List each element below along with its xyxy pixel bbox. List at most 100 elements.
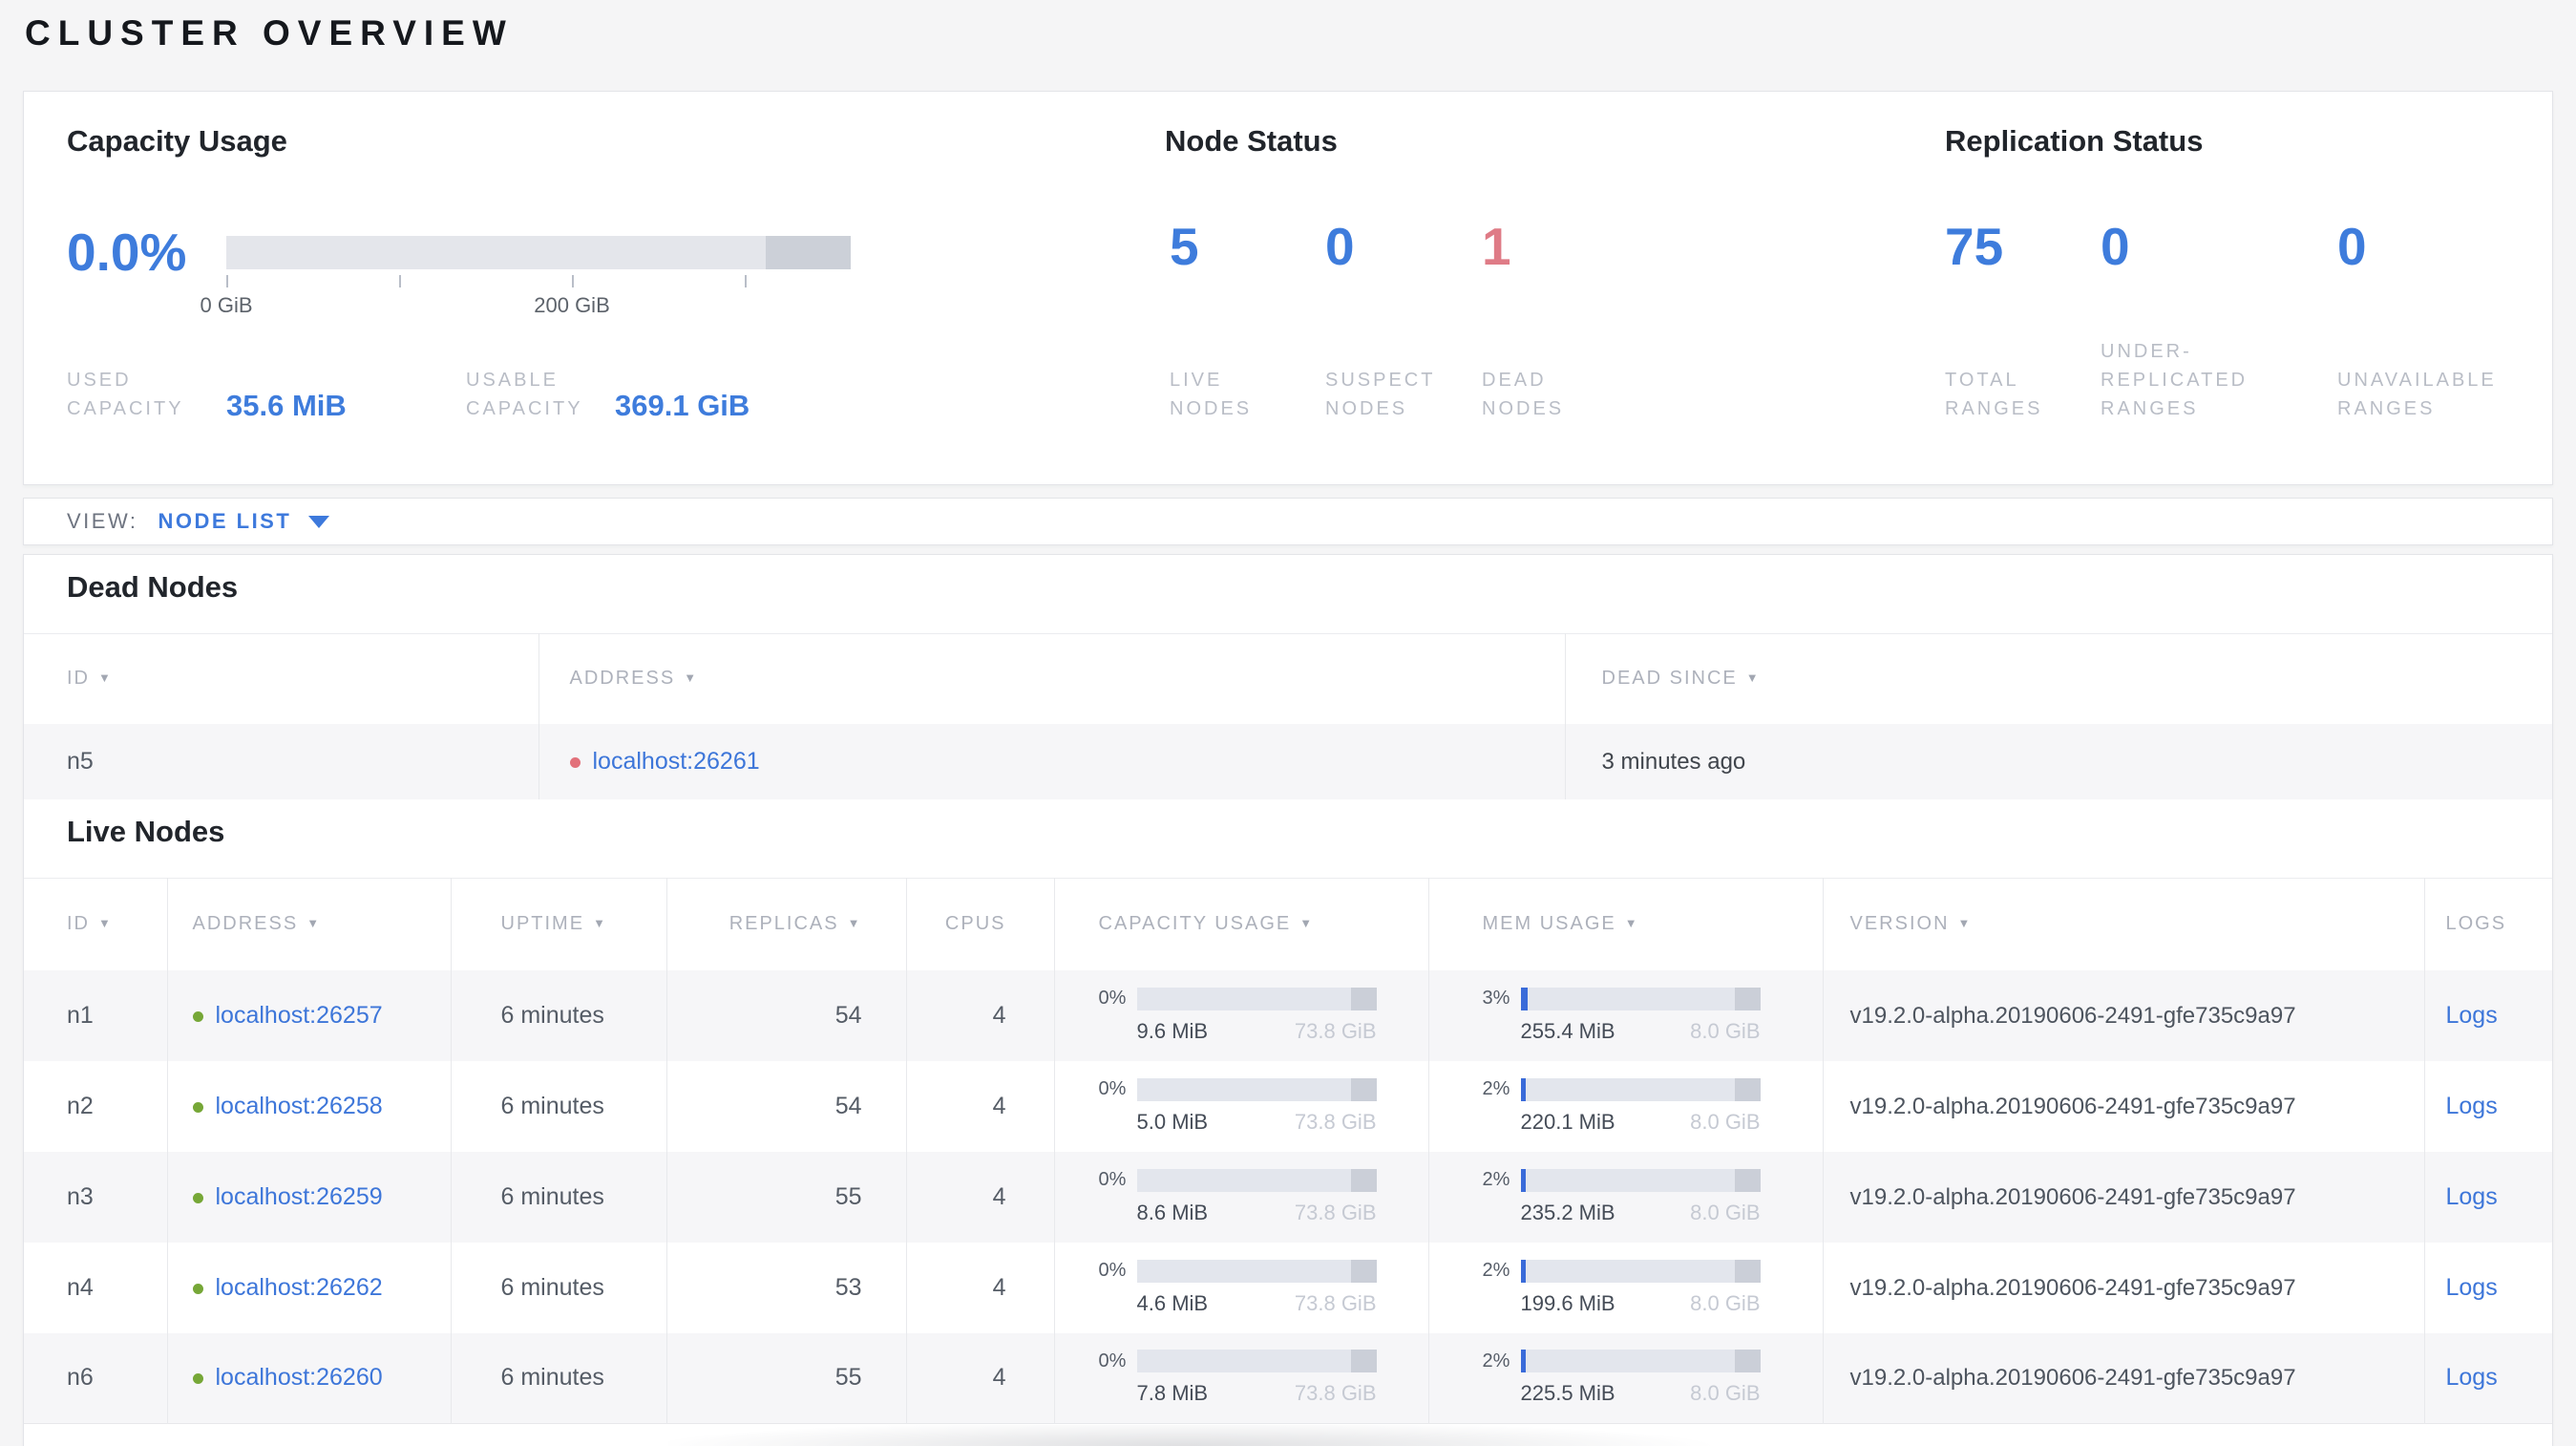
sort-arrow-icon: ▼: [306, 916, 322, 931]
node-replicas-count: 55: [665, 1151, 906, 1243]
column-header-mem-usage[interactable]: MEM USAGE ▼: [1427, 878, 1823, 970]
node-replicas-count: 54: [665, 1060, 906, 1152]
mem-used-value: 235.2 MiB: [1520, 1200, 1615, 1224]
view-selected-value: NODE LIST: [158, 509, 292, 533]
node-cpus-count: 4: [905, 1332, 1054, 1424]
node-uptime: 6 minutes: [450, 969, 666, 1061]
capacity-usage-panel: Capacity Usage 0.0% 0 GiB 200 GiB USED C…: [67, 92, 1117, 484]
mem-usage-percent: 2%: [1482, 1169, 1510, 1190]
capacity-total-value: 73.8 GiB: [1294, 1381, 1377, 1406]
axis-tick: [399, 275, 401, 287]
capacity-usage-bar: [1136, 1168, 1377, 1192]
mem-total-value: 8.0 GiB: [1690, 1381, 1761, 1406]
mem-used-value: 225.5 MiB: [1520, 1381, 1615, 1406]
mem-total-value: 8.0 GiB: [1690, 1200, 1761, 1224]
mem-used-value: 220.1 MiB: [1520, 1109, 1615, 1134]
cluster-overview-page: CLUSTER OVERVIEW Capacity Usage 0.0% 0 G…: [0, 0, 2576, 1446]
column-header-id[interactable]: ID ▼: [24, 879, 167, 970]
capacity-usage-percent: 0%: [1098, 1169, 1127, 1190]
dead-status-dot-icon: [569, 756, 581, 768]
node-id: n6: [67, 1364, 94, 1392]
node-uptime: 6 minutes: [450, 1242, 666, 1333]
logs-link[interactable]: Logs: [2446, 1274, 2498, 1301]
under-replicated-label: UNDER- REPLICATED RANGES: [2101, 341, 2249, 419]
node-version-cell: v19.2.0-alpha.20190606-2491-gfe735c9a97: [1822, 1151, 2424, 1243]
capacity-usage-percent: 0%: [1098, 988, 1127, 1009]
capacity-usage-percent: 0%: [1098, 1350, 1127, 1372]
node-address-cell: localhost:26257: [166, 969, 451, 1061]
capacity-total-value: 73.8 GiB: [1294, 1109, 1377, 1134]
logs-cell: Logs: [2423, 1151, 2552, 1243]
node-address-link[interactable]: localhost:26259: [216, 1183, 383, 1210]
node-address-link[interactable]: localhost:26258: [216, 1093, 383, 1119]
tick-label-0gib: 0 GiB: [200, 293, 253, 317]
axis-tick: [745, 275, 747, 287]
column-header-replicas[interactable]: REPLICAS ▼: [665, 878, 906, 970]
logs-link[interactable]: Logs: [2446, 1364, 2498, 1391]
mem-usage-bar: [1520, 1259, 1761, 1283]
column-header-id[interactable]: ID ▼: [24, 634, 538, 724]
capacity-used-value: 8.6 MiB: [1136, 1200, 1209, 1224]
live-nodes-table: ID ▼ ADDRESS ▼ UPTIME ▼ REPLICAS ▼ CPUS CAPA…: [24, 878, 2552, 1424]
logs-cell: Logs: [2423, 1060, 2552, 1152]
node-address-link[interactable]: localhost:26262: [216, 1274, 383, 1301]
capacity-total-value: 73.8 GiB: [1294, 1018, 1377, 1043]
used-capacity-label: USED CAPACITY: [67, 370, 184, 419]
node-id: n5: [67, 747, 94, 775]
suspect-nodes-label: SUSPECT NODES: [1325, 370, 1436, 419]
capacity-usage-bar: [1136, 987, 1377, 1010]
nodes-tables-card: Dead Nodes ID ▼ ADDRESS ▼ DEAD SINCE ▼ n5 l…: [23, 554, 2553, 1446]
summary-card: Capacity Usage 0.0% 0 GiB 200 GiB USED C…: [23, 91, 2553, 485]
live-node-row: n3 localhost:26259 6 minutes 55 4 0% 8.6…: [24, 1151, 2552, 1243]
logs-link[interactable]: Logs: [2446, 1183, 2498, 1210]
logs-link[interactable]: Logs: [2446, 1093, 2498, 1119]
column-header-cpus: CPUS: [905, 878, 1054, 970]
column-header-capacity-usage[interactable]: CAPACITY USAGE ▼: [1053, 878, 1428, 970]
column-header-logs: LOGS: [2423, 878, 2552, 970]
chevron-down-icon: [308, 515, 330, 528]
column-header-address[interactable]: ADDRESS ▼: [538, 633, 1565, 724]
capacity-bar-chart: 0 GiB 200 GiB: [200, 236, 851, 317]
dead-node-row: n5 localhost:26261 3 minutes ago: [24, 723, 2552, 799]
node-address-link[interactable]: localhost:26257: [216, 1002, 383, 1029]
column-header-version[interactable]: VERSION ▼: [1822, 878, 2424, 970]
node-status-panel: Node Status 5 LIVE NODES 0 SUSPECT NODES…: [1165, 92, 1910, 484]
node-address-cell: localhost:26258: [166, 1060, 451, 1152]
live-status-dot-icon: [192, 1101, 203, 1113]
under-replicated-count: 0: [2101, 217, 2130, 276]
logs-cell: Logs: [2423, 969, 2552, 1061]
capacity-usage-cell: 0% 5.0 MiB 73.8 GiB: [1053, 1060, 1428, 1152]
logs-link[interactable]: Logs: [2446, 1002, 2498, 1029]
mem-used-value: 199.6 MiB: [1520, 1290, 1615, 1315]
node-cpus-count: 4: [905, 1242, 1054, 1333]
logs-cell: Logs: [2423, 1242, 2552, 1333]
capacity-bar-tail: [1350, 1350, 1377, 1373]
total-ranges-count: 75: [1945, 217, 2004, 276]
capacity-bar-tail: [766, 236, 851, 269]
view-label: VIEW:: [67, 509, 138, 533]
column-header-uptime[interactable]: UPTIME ▼: [450, 878, 666, 970]
capacity-usage-cell: 0% 7.8 MiB 73.8 GiB: [1053, 1332, 1428, 1424]
tick-label-200gib: 200 GiB: [534, 293, 610, 317]
sort-arrow-icon: ▼: [1299, 916, 1315, 931]
capacity-usage-cell: 0% 4.6 MiB 73.8 GiB: [1053, 1242, 1428, 1333]
mem-usage-cell: 2% 235.2 MiB 8.0 GiB: [1427, 1151, 1823, 1243]
sort-arrow-icon: ▼: [1624, 916, 1639, 931]
sort-arrow-icon: ▼: [98, 916, 113, 931]
node-address-link[interactable]: localhost:26260: [216, 1364, 383, 1391]
mem-usage-percent: 3%: [1482, 988, 1510, 1009]
sort-arrow-icon: ▼: [593, 916, 607, 931]
axis-tick: [572, 275, 574, 287]
node-address-link[interactable]: localhost:26261: [593, 748, 760, 775]
live-node-row: n1 localhost:26257 6 minutes 54 4 0% 9.6…: [24, 969, 2552, 1061]
column-header-address[interactable]: ADDRESS ▼: [166, 878, 451, 970]
live-status-dot-icon: [192, 1010, 203, 1022]
column-header-dead-since[interactable]: DEAD SINCE ▼: [1564, 633, 2552, 724]
node-address-cell: localhost:26259: [166, 1151, 451, 1243]
mem-usage-cell: 2% 225.5 MiB 8.0 GiB: [1427, 1332, 1823, 1424]
logs-cell: Logs: [2423, 1332, 2552, 1424]
mem-usage-bar: [1520, 1077, 1761, 1101]
view-bar: VIEW: NODE LIST: [23, 498, 2553, 545]
node-cpus-count: 4: [905, 1060, 1054, 1152]
view-selector[interactable]: NODE LIST: [158, 509, 330, 534]
